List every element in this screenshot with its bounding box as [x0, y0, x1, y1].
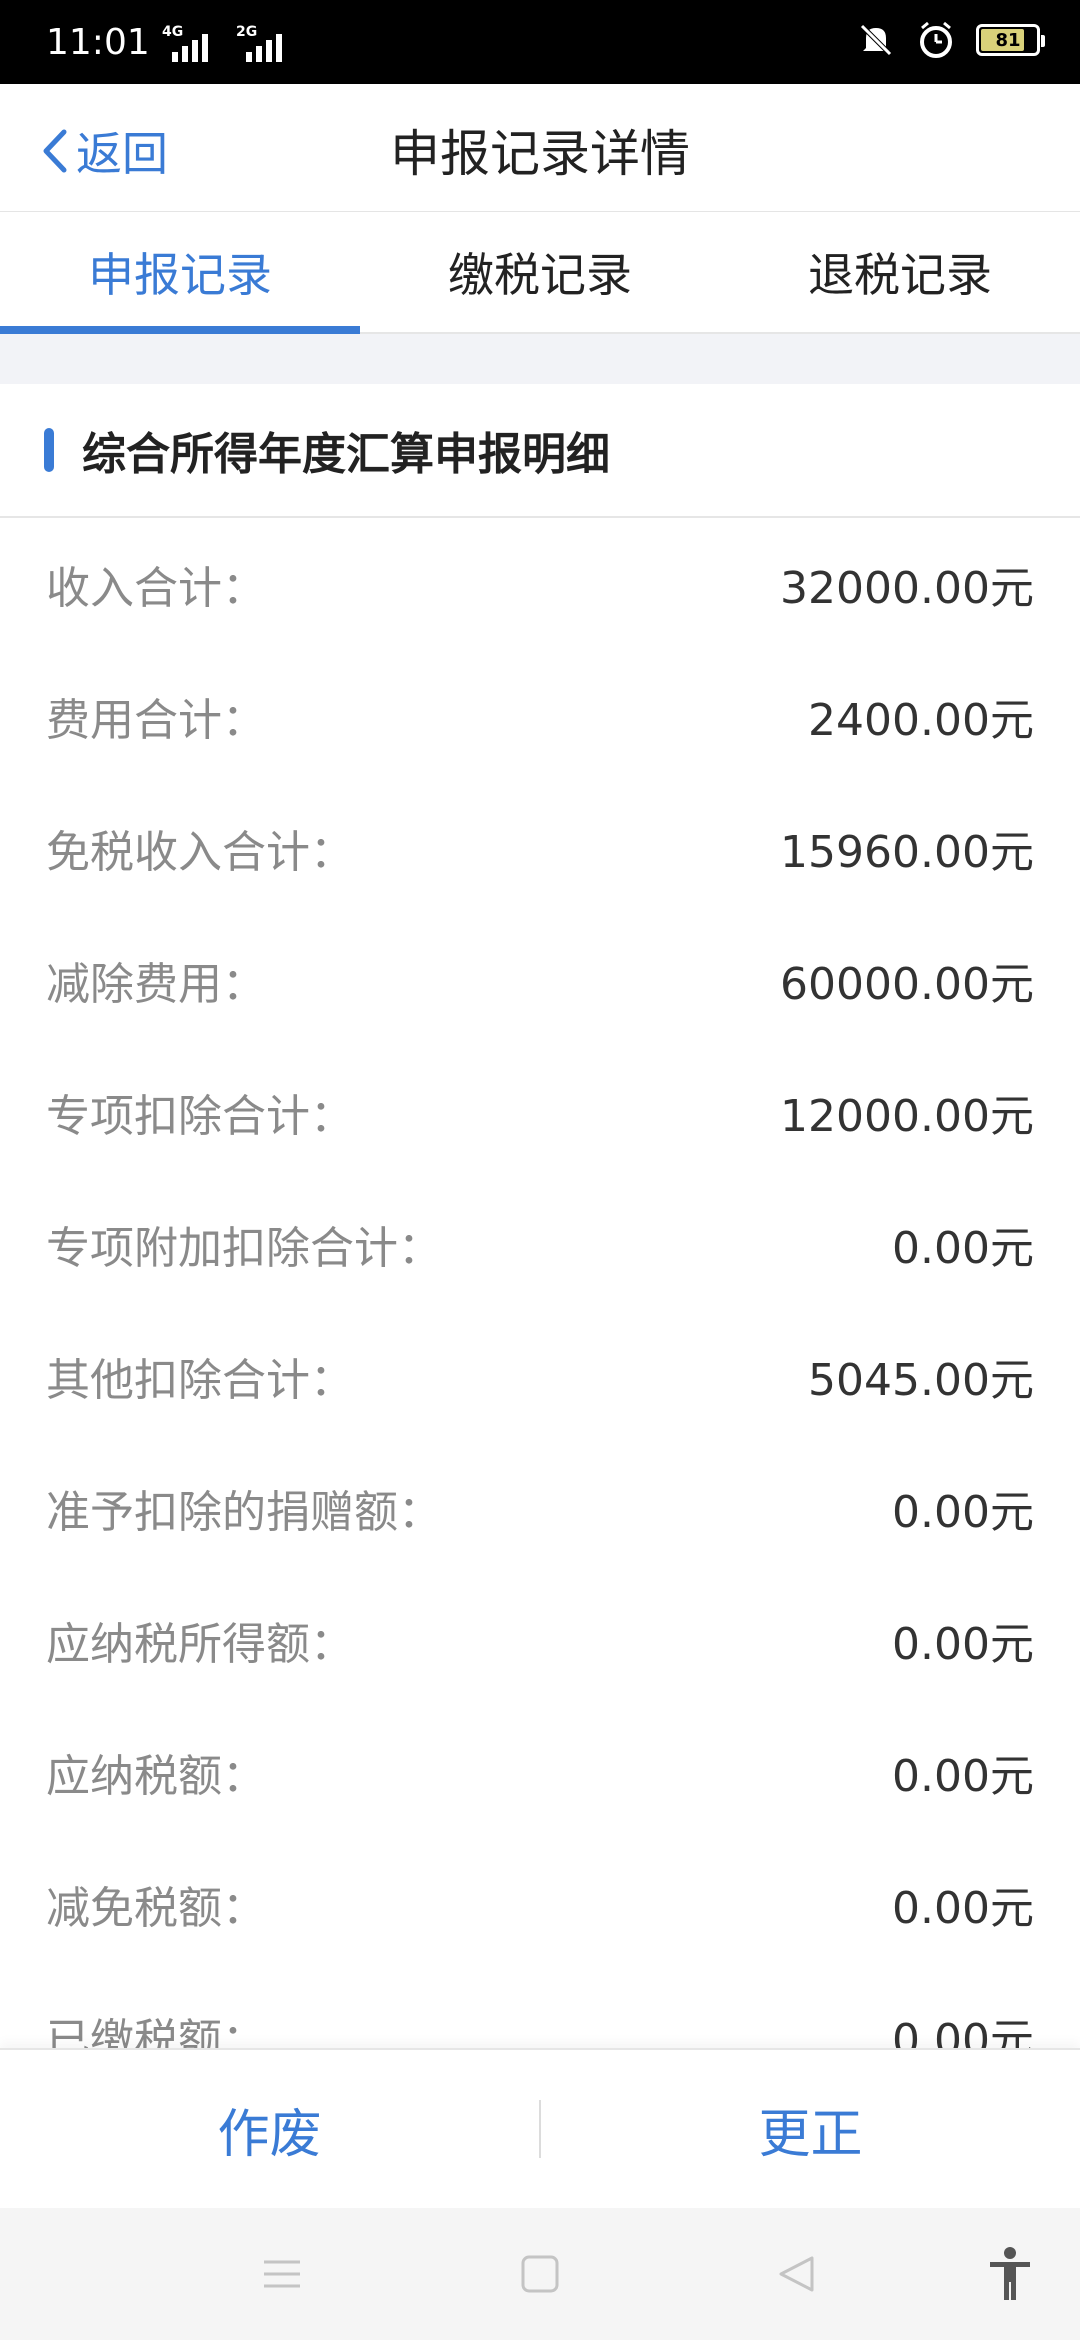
menu-icon[interactable]	[262, 2254, 302, 2294]
list-item: 已缴税额： 0.00元	[0, 1970, 1080, 2048]
tab-declaration-records[interactable]: 申报记录	[0, 212, 360, 334]
row-value: 15960.00元	[780, 827, 1034, 878]
row-label: 已缴税额：	[46, 2015, 266, 2048]
row-label: 准予扣除的捐赠额：	[46, 1487, 442, 1538]
row-label: 收入合计：	[46, 563, 266, 614]
row-label: 专项扣除合计：	[46, 1091, 354, 1142]
row-value: 0.00元	[892, 1487, 1034, 1538]
list-item: 费用合计： 2400.00元	[0, 650, 1080, 782]
row-value: 0.00元	[892, 1883, 1034, 1934]
row-value: 0.00元	[892, 2015, 1034, 2048]
row-label: 减除费用：	[46, 959, 266, 1010]
list-item: 收入合计： 32000.00元	[0, 518, 1080, 650]
row-label: 专项附加扣除合计：	[46, 1223, 442, 1274]
row-label: 应纳税额：	[46, 1751, 266, 1802]
row-value: 0.00元	[892, 1751, 1034, 1802]
section-header: 综合所得年度汇算申报明细	[0, 384, 1080, 518]
battery-level: 81	[995, 29, 1021, 51]
accessibility-icon[interactable]	[986, 2246, 1034, 2302]
status-time: 11:01	[46, 22, 150, 63]
list-item: 减免税额： 0.00元	[0, 1838, 1080, 1970]
status-bar: 11:01 4G 2G 81	[0, 0, 1080, 84]
home-icon[interactable]	[520, 2254, 560, 2294]
void-button[interactable]: 作废	[0, 2092, 539, 2167]
section-accent-bar	[44, 428, 54, 472]
alarm-icon	[920, 21, 952, 58]
back-triangle-icon[interactable]	[776, 2254, 816, 2294]
detail-list[interactable]: 收入合计： 32000.00元 费用合计： 2400.00元 免税收入合计： 1…	[0, 518, 1080, 2048]
app-header: 返回 申报记录详情	[0, 84, 1080, 212]
status-right: 81	[856, 20, 1045, 60]
system-nav-bar	[0, 2208, 1080, 2340]
page-title: 申报记录详情	[390, 125, 690, 183]
row-label: 费用合计：	[46, 695, 266, 746]
row-label: 应纳税所得额：	[46, 1619, 354, 1670]
row-label: 减免税额：	[46, 1883, 266, 1934]
list-item: 应纳税所得额： 0.00元	[0, 1574, 1080, 1706]
row-value: 32000.00元	[780, 563, 1034, 614]
tab-refund-records[interactable]: 退税记录	[720, 212, 1080, 332]
list-item: 免税收入合计： 15960.00元	[0, 782, 1080, 914]
list-item: 应纳税额： 0.00元	[0, 1706, 1080, 1838]
signal-icon: 4G	[162, 24, 218, 62]
list-item: 准予扣除的捐赠额： 0.00元	[0, 1442, 1080, 1574]
mute-icon	[860, 24, 892, 56]
network-indicators: 4G 2G	[162, 24, 292, 62]
row-value: 60000.00元	[780, 959, 1034, 1010]
signal-icon: 2G	[236, 24, 292, 62]
list-item: 减除费用： 60000.00元	[0, 914, 1080, 1046]
list-item: 专项扣除合计： 12000.00元	[0, 1046, 1080, 1178]
list-item: 其他扣除合计： 5045.00元	[0, 1310, 1080, 1442]
tab-payment-records[interactable]: 缴税记录	[360, 212, 720, 332]
row-label: 其他扣除合计：	[46, 1355, 354, 1406]
row-value: 2400.00元	[808, 695, 1034, 746]
section-spacer	[0, 334, 1080, 384]
row-value: 12000.00元	[780, 1091, 1034, 1142]
action-bar: 作废 更正	[0, 2048, 1080, 2208]
correct-button[interactable]: 更正	[541, 2092, 1080, 2167]
row-value: 5045.00元	[808, 1355, 1034, 1406]
section-title: 综合所得年度汇算申报明细	[82, 429, 610, 480]
battery-icon: 81	[976, 24, 1045, 56]
list-item: 专项附加扣除合计： 0.00元	[0, 1178, 1080, 1310]
tab-bar: 申报记录 缴税记录 退税记录	[0, 212, 1080, 334]
row-value: 0.00元	[892, 1223, 1034, 1274]
row-value: 0.00元	[892, 1619, 1034, 1670]
row-label: 免税收入合计：	[46, 827, 354, 878]
